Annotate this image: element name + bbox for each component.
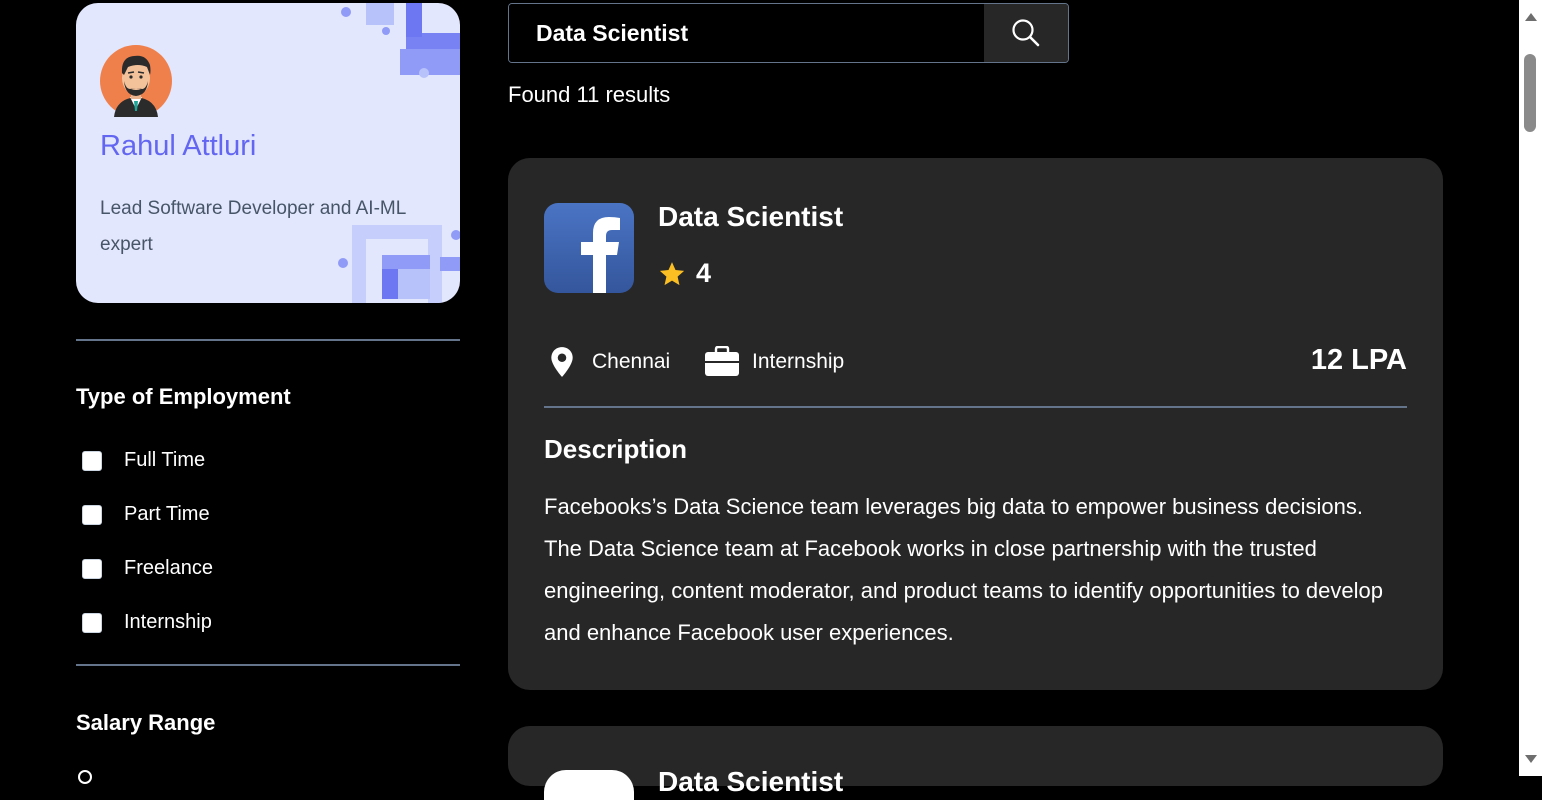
scrollbar-thumb[interactable]: [1524, 54, 1536, 132]
filter-label: Full Time: [124, 449, 206, 471]
job-title: Data Scientist: [658, 201, 844, 232]
filter-label: Internship: [124, 611, 212, 633]
sidebar-divider: [76, 339, 460, 341]
results-count: Found 11 results: [508, 82, 671, 107]
filter-internship[interactable]: Internship: [82, 611, 212, 634]
salary-range-heading: Salary Range: [76, 710, 216, 735]
job-description: Facebooks’s Data Science team leverages …: [544, 494, 1383, 645]
filter-full-time[interactable]: Full Time: [82, 449, 205, 472]
star-icon: [659, 261, 685, 285]
man-avatar-icon[interactable]: [100, 45, 172, 117]
briefcase-icon: [705, 346, 739, 376]
salary-package: 12 LPA: [1310, 344, 1407, 376]
profile-bio: Lead Software Developer and AI-ML expert: [100, 198, 406, 255]
page-scrollbar[interactable]: [1519, 0, 1542, 776]
card-divider: [544, 406, 1407, 408]
scroll-down-arrow-icon[interactable]: [1525, 755, 1537, 763]
description-heading: Description: [544, 434, 688, 464]
job-location: Chennai: [548, 346, 670, 378]
filter-freelance[interactable]: Freelance: [82, 557, 213, 580]
employment-type-heading: Type of Employment: [76, 384, 291, 409]
checkbox-freelance[interactable]: [82, 558, 102, 579]
filter-part-time[interactable]: Part Time: [82, 503, 210, 526]
company-logo: [544, 770, 634, 800]
checkbox-part-time[interactable]: [82, 504, 102, 525]
search-icon: [1012, 19, 1040, 47]
checkbox-full-time[interactable]: [82, 450, 102, 471]
filter-label: Freelance: [124, 557, 213, 579]
profile-name: Rahul Attluri: [100, 130, 257, 162]
job-card[interactable]: Data Scientist: [508, 726, 1443, 800]
search-input[interactable]: [509, 4, 985, 62]
search-button[interactable]: [984, 4, 1068, 62]
employment-type-label: Internship: [752, 350, 845, 373]
rating-value: 4: [696, 258, 712, 288]
facebook-logo: [544, 203, 634, 293]
profile-card: Rahul Attluri Lead Software Developer an…: [76, 3, 460, 303]
rating: 4: [658, 258, 711, 289]
location-pin-icon: [551, 347, 573, 377]
checkbox-internship[interactable]: [82, 612, 102, 633]
job-title: Data Scientist: [658, 766, 844, 797]
job-employment-type: Internship: [704, 346, 844, 378]
location-label: Chennai: [592, 350, 671, 373]
search-bar: [508, 3, 1069, 63]
salary-radio[interactable]: [78, 770, 92, 784]
job-card[interactable]: Data Scientist 4 Chennai Internship 12 L…: [508, 158, 1443, 690]
sidebar-divider: [76, 664, 460, 666]
scroll-up-arrow-icon[interactable]: [1525, 13, 1537, 21]
filter-label: Part Time: [124, 503, 210, 525]
